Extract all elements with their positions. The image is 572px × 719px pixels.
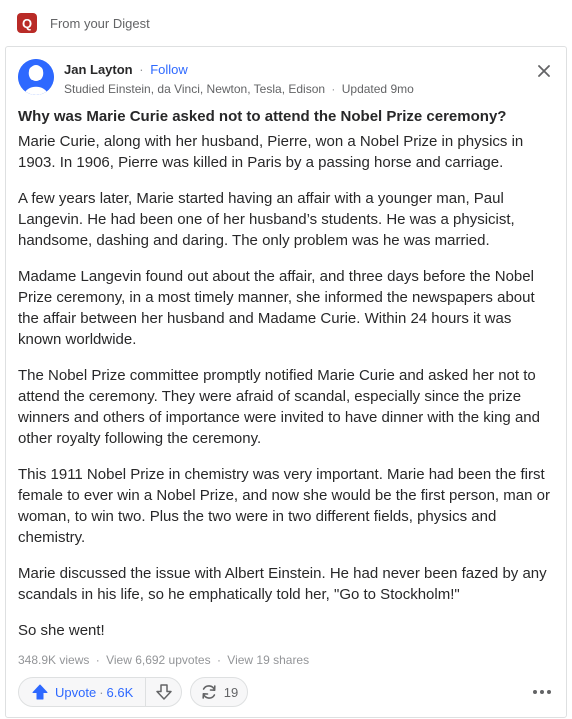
close-button[interactable] <box>534 61 554 81</box>
more-dots-icon <box>533 690 551 694</box>
answer-paragraph: Madame Langevin found out about the affa… <box>18 268 535 348</box>
answer-paragraph: Marie Curie, along with her husband, Pie… <box>18 133 524 171</box>
shares-link[interactable]: View 19 shares <box>227 653 309 667</box>
updated-timestamp[interactable]: Updated 9mo <box>342 82 414 96</box>
author-credential[interactable]: Studied Einstein, da Vinci, Newton, Tesl… <box>64 82 325 96</box>
close-icon <box>538 65 550 77</box>
separator-dot: · <box>139 62 144 77</box>
question-title[interactable]: Why was Marie Curie asked not to attend … <box>18 107 554 127</box>
digest-header: Q From your Digest <box>0 0 572 46</box>
digest-label: From your Digest <box>50 15 150 31</box>
upvote-count: 6.6K <box>106 684 134 700</box>
quora-logo-icon[interactable]: Q <box>17 13 37 33</box>
views-count: 348.9K views <box>18 653 90 667</box>
follow-link[interactable]: Follow <box>150 62 188 77</box>
answer-stats: 348.9K views · View 6,692 upvotes · View… <box>18 653 309 667</box>
answer-paragraph: So she went! <box>18 622 105 639</box>
vote-group: Upvote · 6.6K <box>18 677 182 707</box>
arrow-down-icon <box>155 684 172 700</box>
author-row: Jan Layton · Follow Studied Einstein, da… <box>18 59 554 99</box>
share-button[interactable]: 19 <box>190 677 248 707</box>
downvote-button[interactable] <box>146 678 181 706</box>
separator-dot: · <box>331 82 336 96</box>
separator-dot: · <box>216 653 221 667</box>
user-silhouette-icon <box>18 59 54 95</box>
separator-dot: · <box>99 684 104 700</box>
answer-card: Jan Layton · Follow Studied Einstein, da… <box>5 46 567 718</box>
answer-paragraph: Marie discussed the issue with Albert Ei… <box>18 565 547 603</box>
upvotes-link[interactable]: View 6,692 upvotes <box>106 653 211 667</box>
author-name[interactable]: Jan Layton <box>64 62 133 77</box>
answer-body: Marie Curie, along with her husband, Pie… <box>18 131 558 656</box>
separator-dot: · <box>95 653 100 667</box>
share-rotate-icon <box>202 685 216 699</box>
action-bar: Upvote · 6.6K 19 <box>18 677 554 707</box>
answer-paragraph: This 1911 Nobel Prize in chemistry was v… <box>18 466 550 546</box>
answer-paragraph: A few years later, Marie started having … <box>18 190 515 249</box>
answer-paragraph: The Nobel Prize committee promptly notif… <box>18 367 540 447</box>
author-credential-line: Studied Einstein, da Vinci, Newton, Tesl… <box>64 82 414 96</box>
more-options-button[interactable] <box>530 682 554 702</box>
arrow-up-icon <box>32 684 48 700</box>
avatar[interactable] <box>18 59 54 95</box>
upvote-button[interactable]: Upvote · 6.6K <box>19 678 147 706</box>
author-name-line: Jan Layton · Follow <box>64 62 188 77</box>
upvote-label: Upvote <box>55 684 97 700</box>
share-count: 19 <box>223 684 239 700</box>
